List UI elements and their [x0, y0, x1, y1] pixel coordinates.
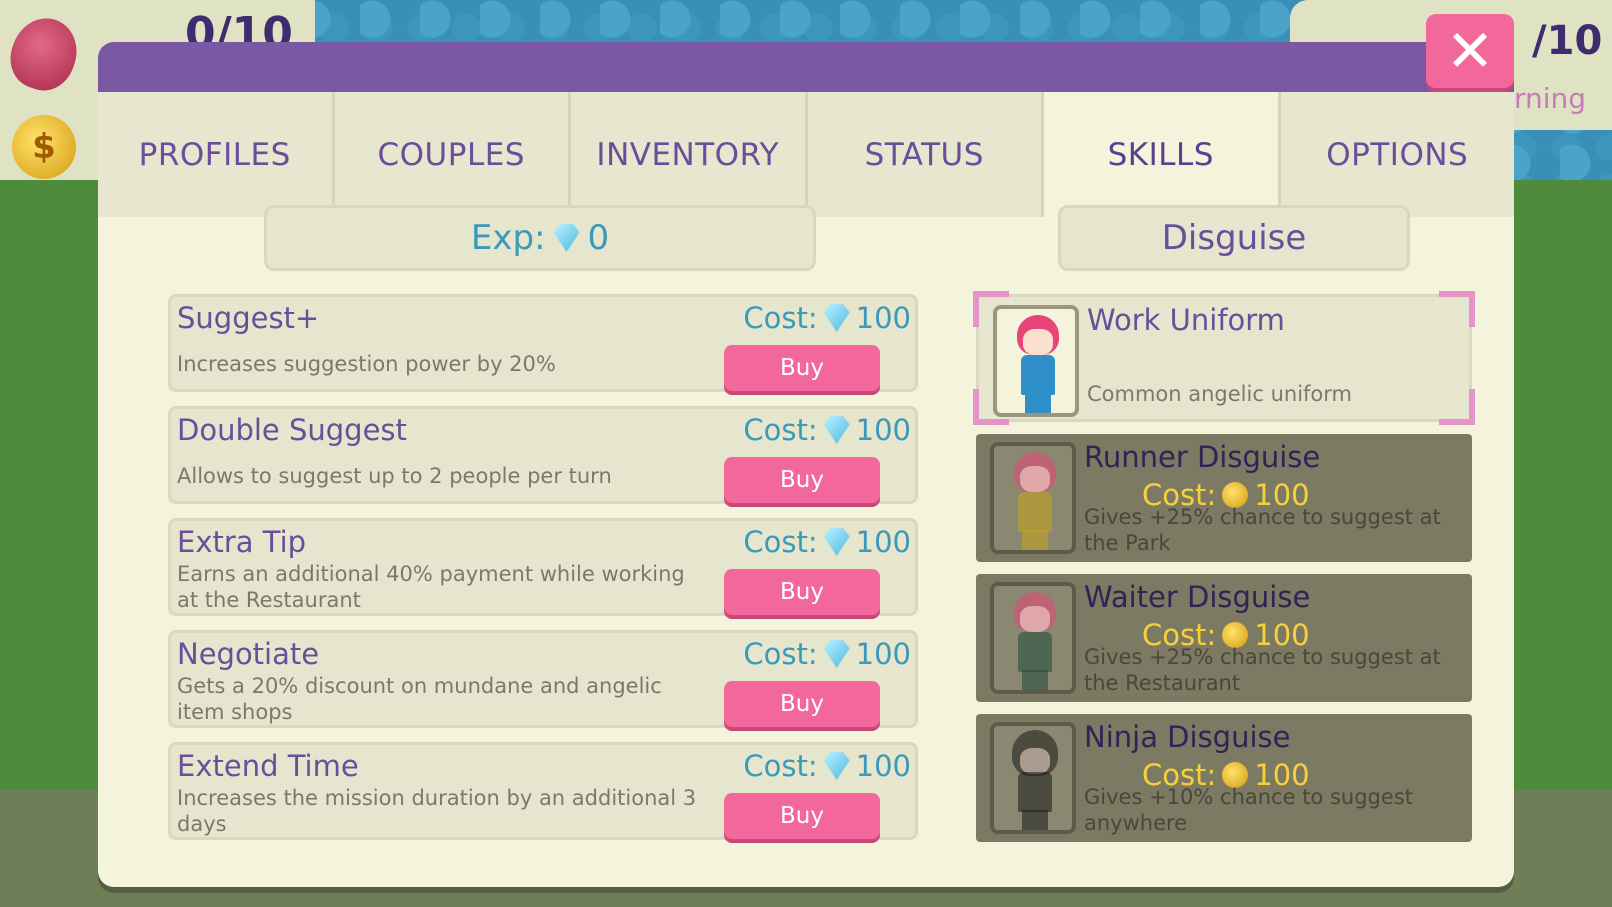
skill-name: Extra Tip [177, 525, 307, 559]
disguise-card-runner[interactable]: Runner Disguise Cost: 100 Gives +25% cha… [976, 434, 1472, 562]
skill-description: Allows to suggest up to 2 people per tur… [177, 464, 612, 488]
disguise-name: Waiter Disguise [1084, 580, 1311, 614]
gem-icon [553, 224, 580, 252]
skill-description: Earns an additional 40% payment while wo… [177, 562, 685, 612]
tab-couples[interactable]: COUPLES [334, 92, 571, 217]
cost-label: Cost: [743, 413, 818, 447]
disguise-description: Gives +25% chance to suggest at the Rest… [1084, 645, 1441, 695]
tab-skills[interactable]: SKILLS [1044, 92, 1281, 217]
egg-icon[interactable] [1, 9, 87, 99]
gem-icon [823, 304, 850, 332]
skill-cost: Cost: 100 [743, 413, 911, 447]
exp-display: Exp: 0 [264, 205, 816, 271]
skill-description: Increases suggestion power by 20% [177, 352, 556, 376]
skill-name: Negotiate [177, 637, 320, 671]
exp-value: 0 [587, 218, 610, 258]
tab-status[interactable]: STATUS [807, 92, 1044, 217]
cost-label: Cost: [743, 301, 818, 335]
skill-card-extra-tip: Extra Tip Cost: 100 Earns an additional … [168, 518, 918, 616]
disguise-name: Runner Disguise [1084, 440, 1321, 474]
character-portrait [990, 582, 1076, 694]
gem-icon [823, 640, 850, 668]
skill-name: Double Suggest [177, 413, 407, 447]
close-button[interactable]: ✕ [1426, 14, 1514, 88]
buy-button[interactable]: Buy [724, 345, 880, 391]
skills-dialog: PROFILES COUPLES INVENTORY STATUS SKILLS… [98, 42, 1514, 887]
close-icon: ✕ [1445, 17, 1495, 85]
angel-coin-icon[interactable]: $ [12, 115, 76, 179]
tab-bar: PROFILES COUPLES INVENTORY STATUS SKILLS… [98, 92, 1514, 217]
skill-name: Suggest+ [177, 301, 320, 335]
tab-inventory[interactable]: INVENTORY [571, 92, 808, 217]
character-portrait [990, 722, 1076, 834]
skill-card-suggest-plus: Suggest+ Cost: 100 Increases suggestion … [168, 294, 918, 392]
disguise-card-waiter[interactable]: Waiter Disguise Cost: 100 Gives +25% cha… [976, 574, 1472, 702]
buy-button[interactable]: Buy [724, 569, 880, 615]
disguise-description: Gives +25% chance to suggest at the Park [1084, 505, 1441, 555]
disguise-card-ninja[interactable]: Ninja Disguise Cost: 100 Gives +10% chan… [976, 714, 1472, 842]
hud-right-status: rning [1514, 82, 1587, 115]
tab-profiles[interactable]: PROFILES [98, 92, 335, 217]
disguise-card-work-uniform[interactable]: Work Uniform Common angelic uniform [973, 291, 1475, 425]
disguise-title: Disguise [1161, 218, 1307, 258]
skill-card-double-suggest: Double Suggest Cost: 100 Allows to sugge… [168, 406, 918, 504]
cost-value: 100 [855, 749, 911, 783]
cost-label: Cost: [743, 637, 818, 671]
skill-cost: Cost: 100 [743, 637, 911, 671]
buy-button[interactable]: Buy [724, 793, 880, 839]
disguise-name: Work Uniform [1087, 303, 1285, 337]
hud-right-count: /10 [1532, 18, 1603, 64]
skill-cost: Cost: 100 [743, 525, 911, 559]
buy-button[interactable]: Buy [724, 457, 880, 503]
dialog-header-bar [98, 42, 1514, 92]
skill-name: Extend Time [177, 749, 359, 783]
skill-description: Increases the mission duration by an add… [177, 786, 697, 836]
disguise-name: Ninja Disguise [1084, 720, 1291, 754]
skill-card-negotiate: Negotiate Cost: 100 Gets a 20% discount … [168, 630, 918, 728]
cost-label: Cost: [743, 525, 818, 559]
disguise-header: Disguise [1058, 205, 1410, 271]
skill-card-extend-time: Extend Time Cost: 100 Increases the miss… [168, 742, 918, 840]
exp-label: Exp: [470, 218, 546, 258]
buy-button[interactable]: Buy [724, 681, 880, 727]
gem-icon [823, 416, 850, 444]
disguise-description: Gives +10% chance to suggest anywhere [1084, 785, 1413, 835]
character-portrait [990, 442, 1076, 554]
cost-value: 100 [855, 301, 911, 335]
tab-options[interactable]: OPTIONS [1280, 92, 1514, 217]
cost-value: 100 [855, 413, 911, 447]
selection-corner [1439, 291, 1475, 327]
skill-cost: Cost: 100 [743, 301, 911, 335]
disguise-description: Common angelic uniform [1087, 382, 1352, 406]
skill-cost: Cost: 100 [743, 749, 911, 783]
character-portrait [993, 305, 1079, 417]
gem-icon [823, 528, 850, 556]
cost-value: 100 [855, 525, 911, 559]
cost-value: 100 [855, 637, 911, 671]
cost-label: Cost: [743, 749, 818, 783]
gem-icon [823, 752, 850, 780]
skill-description: Gets a 20% discount on mundane and angel… [177, 674, 662, 724]
